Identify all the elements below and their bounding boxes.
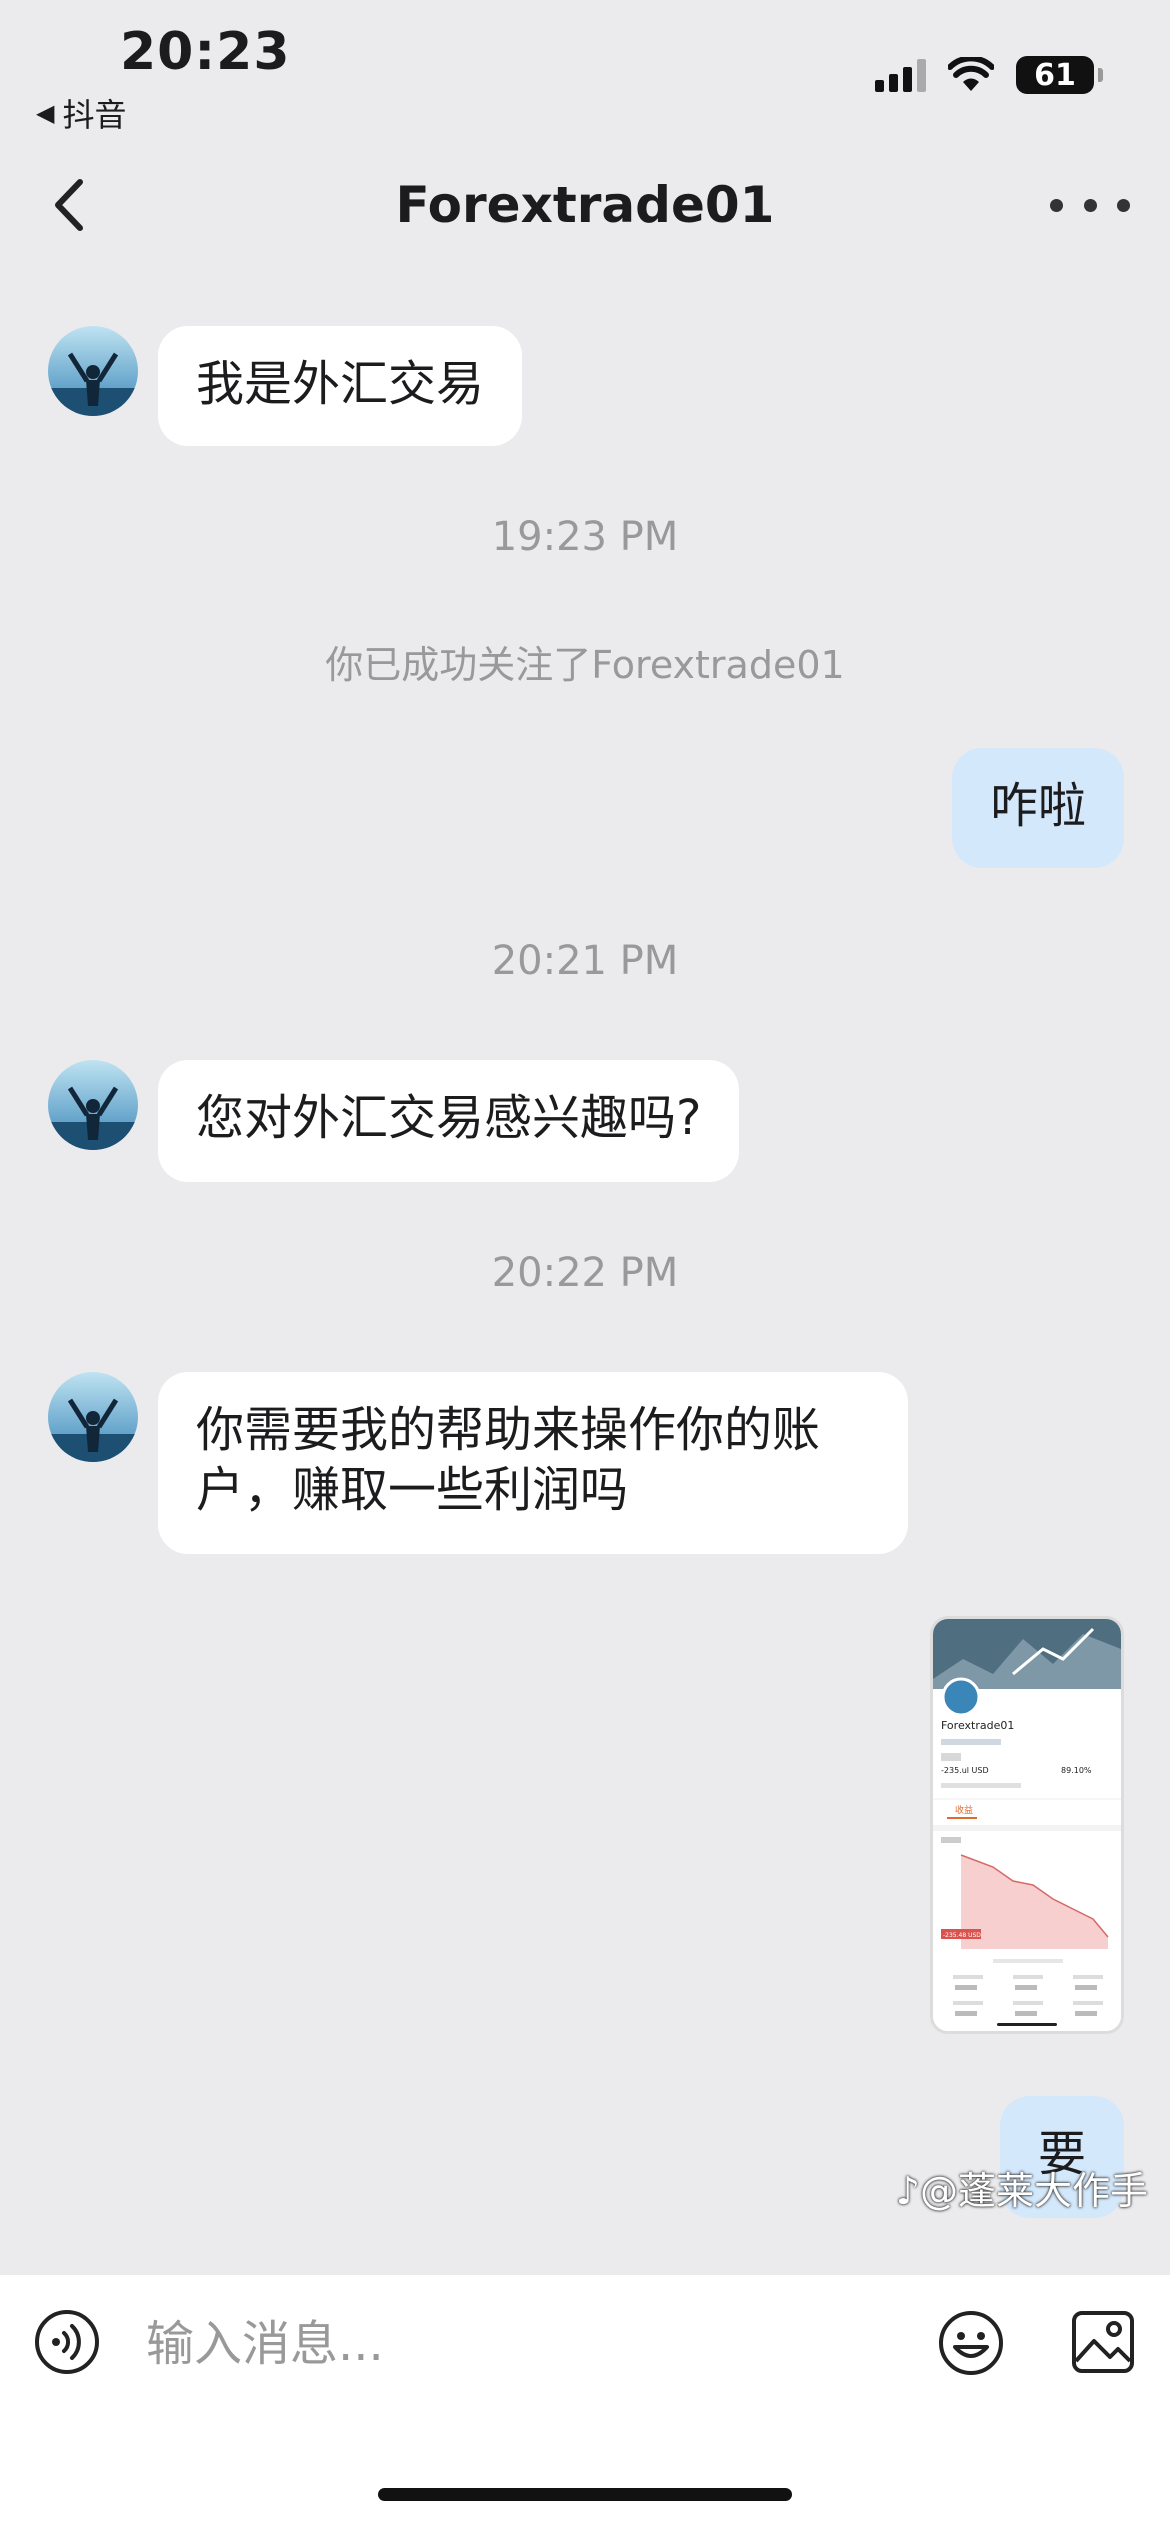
incoming-message: 你需要我的帮助来操作你的账户，赚取一些利润吗	[158, 1372, 908, 1554]
home-indicator[interactable]	[378, 2488, 792, 2501]
back-triangle-icon: ◀	[36, 99, 55, 127]
watermark: ♪@蓬莱大作手	[895, 2169, 1148, 2213]
photo-icon[interactable]	[1070, 2309, 1136, 2375]
wifi-icon	[948, 57, 994, 91]
thumb-rate: 89.10%	[1061, 1766, 1092, 1775]
message-timestamp: 20:22 PM	[491, 1250, 679, 1296]
contact-avatar[interactable]	[48, 326, 138, 416]
message-timestamp: 19:23 PM	[491, 514, 679, 560]
thumb-label: -235.48 USD	[943, 1932, 981, 1939]
voice-input-icon[interactable]	[34, 2309, 100, 2375]
back-to-app-link[interactable]: ◀ 抖音	[36, 90, 126, 136]
status-time: 20:23	[120, 22, 291, 82]
back-app-label: 抖音	[62, 96, 127, 134]
message-input-bar	[0, 2275, 1170, 2532]
more-options-icon[interactable]	[1050, 172, 1130, 238]
shared-screenshot-image[interactable]: Forextrade01 -235.ul USD 89.10% 收益 -235.…	[930, 1616, 1124, 2034]
thumb-tab: 收益	[955, 1804, 973, 1816]
status-bar: 20:23 ◀ 抖音 61	[0, 0, 1170, 140]
status-icons: 61	[875, 56, 1103, 94]
message-input[interactable]	[146, 2309, 906, 2379]
chat-header: Forextrade01	[0, 150, 1170, 260]
system-notice: 你已成功关注了Forextrade01	[325, 643, 845, 687]
emoji-icon[interactable]	[937, 2309, 1005, 2377]
contact-avatar[interactable]	[48, 1060, 138, 1150]
cellular-signal-icon	[875, 58, 926, 92]
battery-icon: 61	[1016, 56, 1103, 94]
outgoing-message: 咋啦	[951, 748, 1124, 868]
contact-avatar[interactable]	[48, 1372, 138, 1462]
thumb-name: Forextrade01	[941, 1719, 1014, 1732]
chat-title: Forextrade01	[395, 176, 775, 234]
message-timestamp: 20:21 PM	[491, 938, 679, 984]
incoming-message: 您对外汇交易感兴趣吗?	[158, 1060, 740, 1182]
thumb-pnl: -235.ul USD	[941, 1766, 989, 1775]
incoming-message: 我是外汇交易	[158, 326, 523, 446]
